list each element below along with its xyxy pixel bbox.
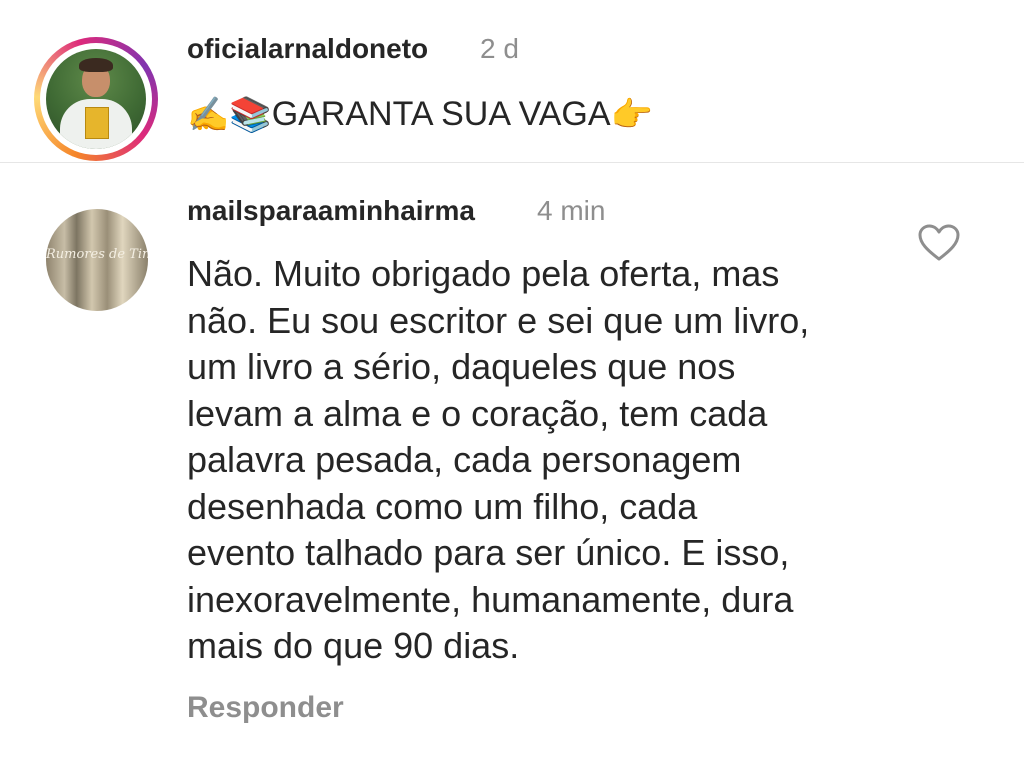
commenter-avatar-text: Rumores de Tinta [46, 247, 148, 262]
comment-text: Não. Muito obrigado pela oferta, mas não… [187, 251, 887, 670]
writing-hand-emoji: ✍️ [187, 95, 230, 134]
post-timestamp: 2 d [480, 33, 519, 64]
post-header: oficialarnaldoneto 2 d ✍️ 📚 GARANTA SUA … [0, 0, 1024, 162]
comment-line: palavra pesada, cada personagem [187, 439, 742, 480]
reply-button[interactable]: Responder [187, 691, 344, 725]
comment-line: não. Eu sou escritor e sei que um livro, [187, 299, 810, 341]
comment-line: inexoravelmente, humanamente, dura [187, 578, 794, 620]
comment-line: levam a alma e o coração, tem cada [187, 392, 768, 434]
book-icon [85, 107, 109, 139]
comment-line: evento talhado para ser único. E isso, [187, 532, 790, 573]
comment-username[interactable]: mailsparaaminhairma [187, 195, 475, 227]
comment-line: mais do que 90 dias. [187, 625, 520, 666]
comment-line: um livro a sério, daqueles que nos [187, 346, 736, 387]
like-button[interactable] [917, 223, 961, 263]
author-avatar[interactable] [34, 37, 158, 161]
comment: Rumores de Tinta mailsparaaminhairma 4 m… [0, 163, 1024, 778]
heart-outline-icon [918, 224, 960, 261]
post-caption: ✍️ 📚 GARANTA SUA VAGA 👉 [187, 95, 653, 134]
post-username[interactable]: oficialarnaldoneto [187, 33, 428, 65]
author-avatar-photo [46, 49, 146, 149]
books-emoji: 📚 [229, 95, 272, 134]
caption-text: GARANTA SUA VAGA [271, 95, 611, 133]
comment-line: Não. Muito obrigado pela oferta, mas [187, 253, 780, 294]
comment-line: desenhada como um filho, cada [187, 485, 698, 527]
comment-timestamp: 4 min [537, 195, 606, 226]
commenter-avatar[interactable]: Rumores de Tinta [46, 209, 148, 311]
pointing-hand-emoji: 👉 [610, 95, 653, 134]
